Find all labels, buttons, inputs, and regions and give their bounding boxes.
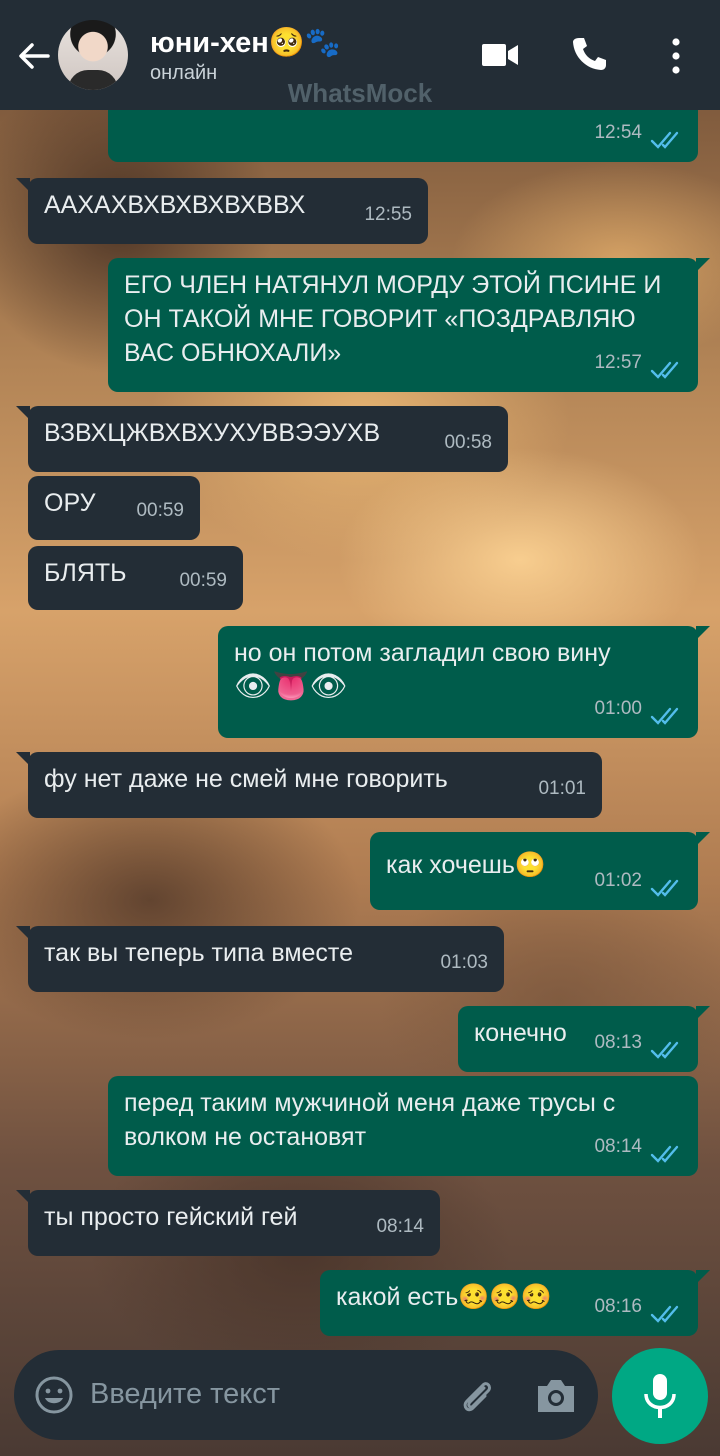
message-time: 08:14: [376, 1216, 424, 1237]
message-text: но он потом загладил свою вину: [234, 639, 611, 667]
message-input[interactable]: Введите текст: [90, 1378, 280, 1411]
message-time: 01:01: [538, 778, 586, 799]
message-text: ты просто гейский гей: [44, 1203, 298, 1231]
double-check-icon: [650, 1041, 679, 1059]
message-bubble-in[interactable]: ОРУ 00:59: [28, 476, 200, 540]
message-time: 12:54: [594, 122, 642, 143]
message-bubble-out[interactable]: какой есть🥴🥴🥴 08:16: [320, 1270, 710, 1336]
message-text: ВЗВХЦЖВХВХУХУВВЭЭУХВ: [44, 419, 381, 447]
message-input-bar: Введите текст: [14, 1350, 598, 1440]
message-bubble-in[interactable]: ВЗВХЦЖВХВХУХУВВЭЭУХВ 00:58: [16, 406, 508, 472]
attach-icon[interactable]: [454, 1374, 498, 1418]
message-text: ЕГО ЧЛЕН НАТЯНУЛ МОРДУ ЭТОЙ ПСИНЕ И ОН Т…: [124, 271, 662, 367]
message-text: так вы теперь типа вместе: [44, 939, 354, 967]
message-time: 01:02: [594, 870, 642, 891]
double-check-icon: [650, 361, 679, 379]
message-time: 12:57: [594, 352, 642, 373]
double-check-icon: [650, 1145, 679, 1163]
message-bubble-in[interactable]: БЛЯТЬ 00:59: [28, 546, 243, 610]
emoji-icon[interactable]: [34, 1375, 74, 1415]
contact-name[interactable]: юни-хен🥺🐾: [150, 26, 341, 60]
camera-icon[interactable]: [534, 1376, 578, 1416]
double-check-icon: [650, 1305, 679, 1323]
message-time: 00:59: [179, 570, 227, 591]
message-text: перед таким мужчиной меня даже трусы с в…: [124, 1089, 616, 1151]
double-check-icon: [650, 879, 679, 897]
phone-icon[interactable]: [568, 34, 608, 74]
message-time: 00:59: [136, 500, 184, 521]
message-bubble-in[interactable]: ты просто гейский гей 08:14: [16, 1190, 440, 1256]
watermark: WhatsMock: [287, 78, 433, 108]
message-bubble-in[interactable]: фу нет даже не смей мне говорить 01:01: [16, 752, 602, 818]
message-text: фу нет даже не смей мне говорить: [44, 765, 448, 793]
message-text: какой есть🥴🥴🥴: [336, 1283, 552, 1311]
double-check-icon: [650, 707, 679, 725]
message-bubble-in[interactable]: так вы теперь типа вместе 01:03: [16, 926, 504, 992]
message-bubble-out[interactable]: конечно 08:13: [458, 1006, 710, 1072]
message-time: 08:14: [594, 1136, 642, 1157]
message-text: как хочешь🙄: [386, 851, 546, 879]
message-text: БЛЯТЬ: [44, 559, 127, 587]
message-time: 08:13: [594, 1032, 642, 1053]
message-time: 01:03: [440, 952, 488, 973]
video-call-icon[interactable]: [480, 38, 520, 72]
voice-record-button[interactable]: [612, 1348, 708, 1444]
double-check-icon: [650, 131, 679, 149]
message-time: 12:55: [364, 204, 412, 225]
message-bubble-out[interactable]: но он потом загладил свою вину 👁👅👁 01:00: [218, 626, 710, 738]
message-bubble-out[interactable]: перед таким мужчиной меня даже трусы с в…: [108, 1076, 698, 1176]
message-bubble-in[interactable]: ААХАХВХВХВХВХВВХ 12:55: [16, 178, 428, 244]
back-arrow-icon[interactable]: [14, 36, 54, 76]
message-text: конечно: [474, 1019, 567, 1047]
message-text: ОРУ: [44, 489, 96, 517]
message-time: 08:16: [594, 1296, 642, 1317]
message-bubble-out[interactable]: как хочешь🙄 01:02: [370, 832, 710, 910]
message-time: 01:00: [594, 698, 642, 719]
message-bubble-out[interactable]: ЕГО ЧЛЕН НАТЯНУЛ МОРДУ ЭТОЙ ПСИНЕ И ОН Т…: [108, 258, 710, 392]
more-vert-icon[interactable]: [664, 36, 688, 76]
mic-icon: [644, 1374, 676, 1418]
message-text: ААХАХВХВХВХВХВВХ: [44, 191, 306, 219]
message-time: 00:58: [444, 432, 492, 453]
